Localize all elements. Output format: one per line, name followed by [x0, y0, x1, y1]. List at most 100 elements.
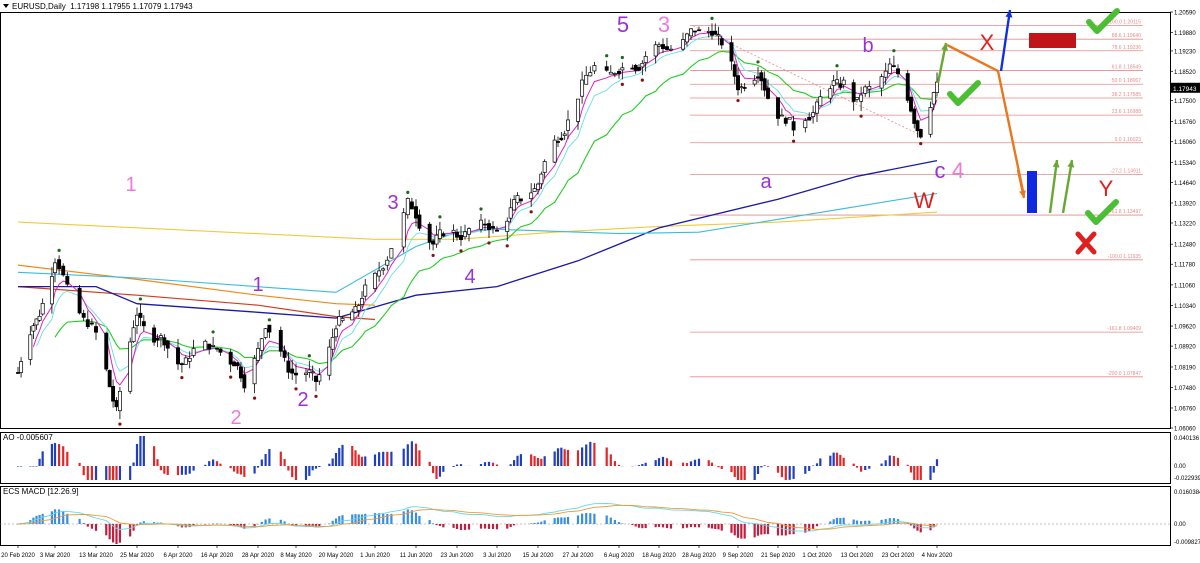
- x-tick-label: 13 Mar 2020: [79, 553, 113, 559]
- x-tick-label: 4 Nov 2020: [922, 553, 953, 559]
- ao-bar: [428, 461, 431, 466]
- fractal-down-dot: [180, 376, 184, 380]
- candle-body: [736, 75, 740, 91]
- candle-body: [851, 82, 856, 102]
- ao-bar: [188, 466, 191, 474]
- candle-body: [37, 315, 42, 321]
- x-tick-label: 6 Aug 2020: [604, 553, 635, 559]
- ao-bar: [516, 455, 519, 466]
- candle-body: [389, 248, 394, 259]
- ao-bar: [229, 466, 232, 469]
- candle-body: [787, 116, 792, 120]
- ao-bar: [176, 466, 180, 476]
- price-chart[interactable]: 100.0 1.20115 88.6 1.19640 78.6 1.19236 61.…: [0, 0, 1200, 563]
- fib-level-label: -61.8 1.13497: [1110, 209, 1141, 215]
- ao-bar: [710, 462, 714, 466]
- ao-histogram: [16, 436, 939, 480]
- wave-label: X: [980, 30, 995, 55]
- ao-bar: [669, 460, 673, 466]
- x-tick-label: 8 May 2020: [280, 553, 312, 559]
- macd-hist-bar: [260, 521, 263, 524]
- ao-bar: [733, 466, 736, 477]
- candle-body: [141, 321, 146, 327]
- ao-bar: [665, 458, 669, 466]
- signal-line: [17, 504, 937, 530]
- ao-bar: [852, 463, 855, 466]
- wave-label: Y: [1099, 176, 1114, 201]
- macd-hist-bar: [386, 513, 389, 524]
- macd-hist-bar: [467, 524, 471, 530]
- x-tick-label: 23 Oct 2020: [882, 553, 915, 559]
- candle-body: [552, 139, 557, 163]
- macd-hist-bar: [108, 524, 111, 540]
- macd-hist-bar: [62, 511, 65, 524]
- y-tick-label: 1.13920: [1174, 201, 1196, 207]
- ao-bar: [766, 466, 770, 467]
- ao-bar: [159, 466, 163, 471]
- x-tick-label: 1 Oct 2020: [802, 553, 832, 559]
- macd-hist-bar: [776, 524, 780, 536]
- fractal-up-dot: [710, 16, 714, 21]
- fib-level-label: 23.6 1.16988: [1112, 109, 1141, 115]
- macd-hist-bar: [842, 517, 845, 524]
- ao-bar: [58, 444, 61, 466]
- candle-body: [49, 276, 54, 305]
- candle-body: [630, 67, 635, 70]
- ao-bar: [32, 466, 35, 467]
- ao-bar: [753, 466, 756, 480]
- ao-bar: [19, 466, 23, 467]
- macd-hist-bar: [613, 519, 616, 524]
- candle-body: [859, 94, 864, 102]
- ao-bar: [351, 445, 354, 466]
- candle-body: [536, 183, 540, 190]
- x-tick-label: 27 Jul 2020: [562, 553, 594, 559]
- ao-bar: [438, 466, 442, 477]
- ao-bar: [697, 458, 701, 466]
- ao-bar: [357, 454, 360, 466]
- macd-hist-bar: [452, 524, 455, 528]
- macd-hist-bar: [364, 513, 367, 524]
- macd-hist-bar: [459, 524, 463, 530]
- ao-bar: [455, 464, 459, 466]
- macd-hist-bar: [888, 518, 891, 524]
- macd-hist-bar: [78, 518, 81, 524]
- candle-body: [505, 220, 510, 232]
- fib-level-label: 0.0 1.16023: [1115, 137, 1142, 143]
- macd-hist-bar: [382, 513, 385, 524]
- ao-bar: [94, 466, 98, 480]
- check-icon: [947, 80, 981, 106]
- ao-bar: [657, 458, 661, 466]
- candle-body: [282, 350, 287, 358]
- candle-body: [637, 67, 641, 71]
- x-tick-label: 1 Jun 2020: [360, 553, 390, 559]
- fractal-up-dot: [307, 354, 311, 358]
- macd-hist-bar: [835, 517, 839, 524]
- candle-body: [128, 341, 133, 392]
- candle-body: [657, 44, 661, 47]
- ao-bar: [566, 449, 570, 466]
- ao-bar: [763, 465, 766, 466]
- candle-body: [242, 374, 247, 389]
- macd-hist-bar: [560, 517, 563, 524]
- ao-bar: [204, 464, 207, 466]
- wave-label: 3: [387, 192, 398, 214]
- y-tick-label: 1.17500: [1174, 99, 1196, 105]
- wave-label: 4: [464, 266, 475, 288]
- candle-body: [467, 228, 471, 235]
- ao-bar: [279, 451, 282, 466]
- fractal-down-dot: [792, 139, 796, 143]
- candle-body: [463, 231, 467, 238]
- macd-hist-bar: [736, 524, 740, 538]
- macd-hist-bar: [105, 524, 108, 536]
- y-tick-label: 1.09620: [1174, 325, 1196, 331]
- wave-label: 3: [658, 12, 670, 37]
- x-tick-label: 28 Apr 2020: [242, 553, 275, 559]
- fib-level-label: -100.0 1.11935: [1108, 254, 1141, 260]
- ao-bar: [681, 462, 685, 466]
- candle-body: [191, 348, 196, 356]
- candle-body: [437, 229, 442, 239]
- macd-hist-bar: [589, 513, 592, 524]
- candle-body: [742, 87, 747, 89]
- y-tick-label: 1.15340: [1174, 161, 1196, 167]
- candle-body: [483, 223, 487, 226]
